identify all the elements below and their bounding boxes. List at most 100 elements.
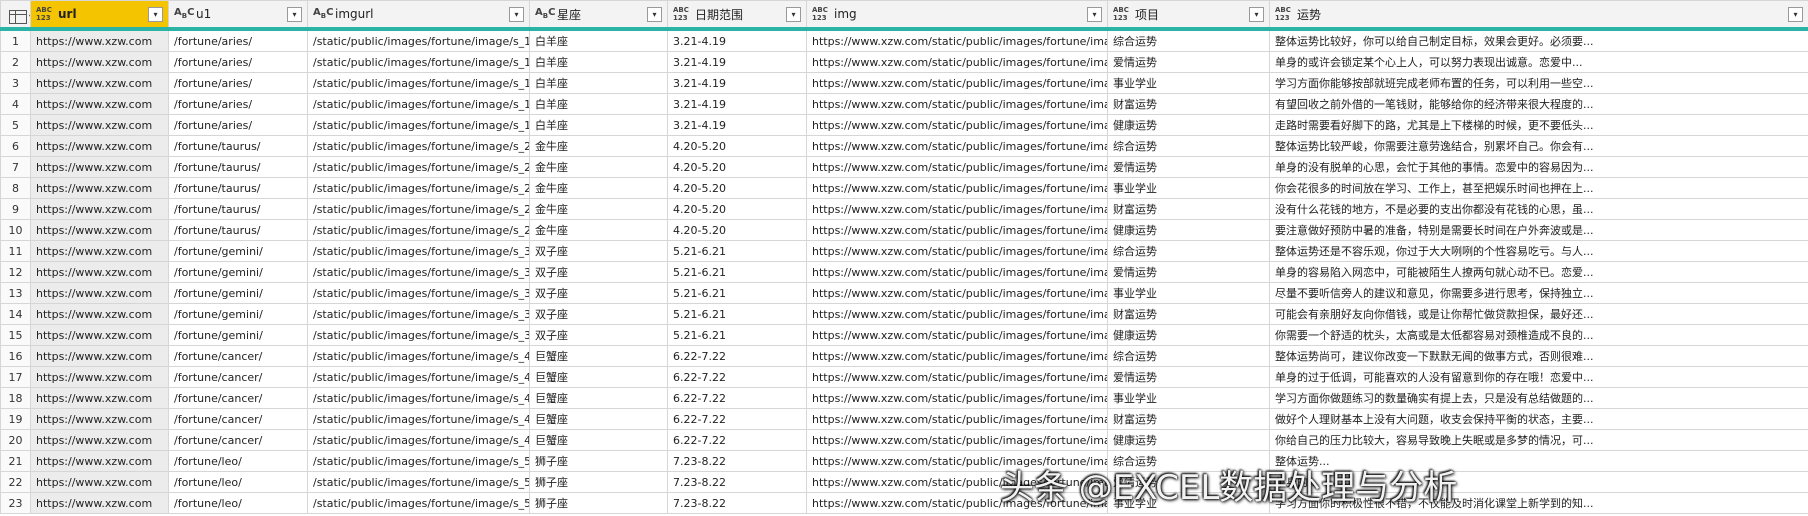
table-row[interactable]: 15 https://www.xzw.com/fortune/gemini//st… bbox=[0, 324, 1808, 346]
table-cell[interactable]: https://www.xzw.com/static/public/images… bbox=[806, 324, 1108, 346]
table-cell[interactable]: https://www.xzw.com bbox=[30, 408, 169, 430]
table-cell[interactable]: 财富运势 bbox=[1107, 408, 1270, 430]
table-cell[interactable]: /fortune/aries/ bbox=[168, 28, 308, 52]
filter-dropdown-icon[interactable]: ▾ bbox=[786, 6, 801, 22]
table-cell[interactable]: 整体运势比较好，你可以给自己制定目标，效果会更好。必须要... bbox=[1269, 28, 1808, 52]
table-cell[interactable]: https://www.xzw.com bbox=[30, 219, 169, 241]
table-cell[interactable]: 巨蟹座 bbox=[529, 387, 668, 409]
table-cell[interactable]: /fortune/aries/ bbox=[168, 93, 308, 115]
table-cell[interactable]: 综合运势 bbox=[1107, 135, 1270, 157]
table-cell[interactable]: /static/public/images/fortune/image/s_2.… bbox=[307, 177, 530, 199]
table-cell[interactable]: https://www.xzw.com bbox=[30, 492, 169, 514]
table-cell[interactable]: 狮子座 bbox=[529, 492, 668, 514]
table-row[interactable]: 11 https://www.xzw.com/fortune/gemini//st… bbox=[0, 240, 1808, 262]
table-cell[interactable]: 爱情运势 bbox=[1107, 51, 1270, 73]
table-cell[interactable]: 健康运势 bbox=[1107, 324, 1270, 346]
table-cell[interactable]: 你需要一个舒适的枕头，太高或是太低都容易对颈椎造成不良的... bbox=[1269, 324, 1808, 346]
table-cell[interactable]: 巨蟹座 bbox=[529, 408, 668, 430]
table-cell[interactable]: 综合运势 bbox=[1107, 240, 1270, 262]
table-cell[interactable]: 没有什么花钱的地方，不是必要的支出你都没有花钱的心思，虽... bbox=[1269, 198, 1808, 220]
table-cell[interactable]: https://www.xzw.com/static/public/images… bbox=[806, 303, 1108, 325]
table-cell[interactable]: /static/public/images/fortune/image/s_3.… bbox=[307, 282, 530, 304]
table-cell[interactable]: 双子座 bbox=[529, 261, 668, 283]
table-cell[interactable]: https://www.xzw.com bbox=[30, 51, 169, 73]
table-cell[interactable]: /static/public/images/fortune/image/s_1.… bbox=[307, 51, 530, 73]
table-cell[interactable]: 双子座 bbox=[529, 240, 668, 262]
table-cell[interactable]: 5.21-6.21 bbox=[667, 282, 807, 304]
table-cell[interactable]: /fortune/aries/ bbox=[168, 72, 308, 94]
table-cell[interactable]: 走路时需要看好脚下的路，尤其是上下楼梯的时候，更不要低头... bbox=[1269, 114, 1808, 136]
table-cell[interactable]: https://www.xzw.com bbox=[30, 450, 169, 472]
table-cell[interactable]: 金牛座 bbox=[529, 177, 668, 199]
filter-dropdown-icon[interactable]: ▾ bbox=[1087, 6, 1102, 22]
table-cell[interactable]: https://www.xzw.com/static/public/images… bbox=[806, 429, 1108, 451]
table-cell[interactable]: 6.22-7.22 bbox=[667, 366, 807, 388]
table-cell[interactable]: /static/public/images/fortune/image/s_4.… bbox=[307, 429, 530, 451]
table-cell[interactable]: https://www.xzw.com/static/public/images… bbox=[806, 93, 1108, 115]
table-cell[interactable]: 白羊座 bbox=[529, 51, 668, 73]
table-cell[interactable]: 单身的过于低调，可能喜欢的人没有留意到你的存在哦！恋爱中... bbox=[1269, 366, 1808, 388]
table-cell[interactable]: /static/public/images/fortune/image/s_4.… bbox=[307, 345, 530, 367]
table-cell[interactable]: /static/public/images/fortune/image/s_2.… bbox=[307, 135, 530, 157]
column-header-5[interactable]: ABC 123 img ▾ bbox=[806, 0, 1108, 31]
table-cell[interactable]: https://www.xzw.com/static/public/images… bbox=[806, 219, 1108, 241]
table-cell[interactable]: 单身的容易陷入网恋中，可能被陌生人撩两句就心动不已。恋爱... bbox=[1269, 261, 1808, 283]
table-row[interactable]: 14 https://www.xzw.com/fortune/gemini//st… bbox=[0, 303, 1808, 325]
table-cell[interactable]: 事业学业 bbox=[1107, 177, 1270, 199]
table-cell[interactable]: 可能会有亲朋好友向你借钱，或是让你帮忙做贷款担保，最好还... bbox=[1269, 303, 1808, 325]
table-cell[interactable]: /fortune/gemini/ bbox=[168, 282, 308, 304]
table-cell[interactable]: /static/public/images/fortune/image/s_5.… bbox=[307, 492, 530, 514]
table-cell[interactable]: 事业学业 bbox=[1107, 72, 1270, 94]
table-cell[interactable]: /static/public/images/fortune/image/s_2.… bbox=[307, 156, 530, 178]
table-cell[interactable]: https://www.xzw.com/static/public/images… bbox=[806, 198, 1108, 220]
table-cell[interactable]: https://www.xzw.com/static/public/images… bbox=[806, 177, 1108, 199]
table-cell[interactable]: 财富运势 bbox=[1107, 303, 1270, 325]
table-cell[interactable]: 整体运势尚可，建议你改变一下默默无闻的做事方式，否则很难... bbox=[1269, 345, 1808, 367]
table-cell[interactable]: /fortune/leo/ bbox=[168, 492, 308, 514]
table-cell[interactable]: https://www.xzw.com bbox=[30, 366, 169, 388]
table-cell[interactable]: 3.21-4.19 bbox=[667, 72, 807, 94]
column-header-4[interactable]: ABC 123 日期范围 ▾ bbox=[667, 0, 807, 31]
table-cell[interactable]: 双子座 bbox=[529, 282, 668, 304]
table-cell[interactable]: 要注意做好预防中暑的准备，特别是需要长时间在户外奔波或是... bbox=[1269, 219, 1808, 241]
table-row[interactable]: 9 https://www.xzw.com/fortune/taurus//sta… bbox=[0, 198, 1808, 220]
filter-dropdown-icon[interactable]: ▾ bbox=[148, 6, 163, 22]
table-cell[interactable]: 双子座 bbox=[529, 324, 668, 346]
table-row[interactable]: 1 https://www.xzw.com/fortune/aries//stat… bbox=[0, 28, 1808, 52]
table-cell[interactable]: /static/public/images/fortune/image/s_5.… bbox=[307, 471, 530, 493]
table-cell[interactable]: 3.21-4.19 bbox=[667, 51, 807, 73]
table-cell[interactable]: /static/public/images/fortune/image/s_1.… bbox=[307, 72, 530, 94]
table-cell[interactable]: 6.22-7.22 bbox=[667, 429, 807, 451]
table-cell[interactable]: /static/public/images/fortune/image/s_5.… bbox=[307, 450, 530, 472]
table-cell[interactable]: https://www.xzw.com bbox=[30, 72, 169, 94]
table-cell[interactable]: 你给自己的压力比较大，容易导致晚上失眠或是多梦的情况，可... bbox=[1269, 429, 1808, 451]
table-cell[interactable]: 单身的或许会锁定某个心上人，可以努力表现出诚意。恋爱中... bbox=[1269, 51, 1808, 73]
table-cell[interactable]: /fortune/cancer/ bbox=[168, 429, 308, 451]
table-cell[interactable]: /fortune/cancer/ bbox=[168, 345, 308, 367]
table-cell[interactable]: https://www.xzw.com bbox=[30, 282, 169, 304]
filter-dropdown-icon[interactable]: ▾ bbox=[647, 6, 662, 22]
table-cell[interactable]: /static/public/images/fortune/image/s_4.… bbox=[307, 387, 530, 409]
table-cell[interactable]: /static/public/images/fortune/image/s_1.… bbox=[307, 28, 530, 52]
table-row[interactable]: 2 https://www.xzw.com/fortune/aries//stat… bbox=[0, 51, 1808, 73]
table-cell[interactable]: /static/public/images/fortune/image/s_2.… bbox=[307, 198, 530, 220]
table-cell[interactable]: https://www.xzw.com/static/public/images… bbox=[806, 28, 1108, 52]
table-cell[interactable]: 事业学业 bbox=[1107, 282, 1270, 304]
table-cell[interactable]: 6.22-7.22 bbox=[667, 387, 807, 409]
table-cell[interactable]: 你会花很多的时间放在学习、工作上，甚至把娱乐时间也押在上... bbox=[1269, 177, 1808, 199]
table-cell[interactable]: /static/public/images/fortune/image/s_3.… bbox=[307, 303, 530, 325]
table-row[interactable]: 12 https://www.xzw.com/fortune/gemini//st… bbox=[0, 261, 1808, 283]
table-cell[interactable]: /fortune/cancer/ bbox=[168, 408, 308, 430]
table-cell[interactable]: 双子座 bbox=[529, 303, 668, 325]
table-cell[interactable]: 白羊座 bbox=[529, 28, 668, 52]
table-cell[interactable]: 狮子座 bbox=[529, 450, 668, 472]
table-cell[interactable]: /static/public/images/fortune/image/s_1.… bbox=[307, 93, 530, 115]
table-cell[interactable]: 综合运势 bbox=[1107, 345, 1270, 367]
table-cell[interactable]: 4.20-5.20 bbox=[667, 177, 807, 199]
table-cell[interactable]: 3.21-4.19 bbox=[667, 28, 807, 52]
column-header-0[interactable]: ABC 123 url ▾ bbox=[30, 0, 169, 31]
table-cell[interactable]: 综合运势 bbox=[1107, 28, 1270, 52]
table-cell[interactable]: https://www.xzw.com/static/public/images… bbox=[806, 114, 1108, 136]
table-cell[interactable]: https://www.xzw.com bbox=[30, 156, 169, 178]
table-cell[interactable]: 整体运势比较严峻，你需要注意劳逸结合，别累坏自己。你会有... bbox=[1269, 135, 1808, 157]
